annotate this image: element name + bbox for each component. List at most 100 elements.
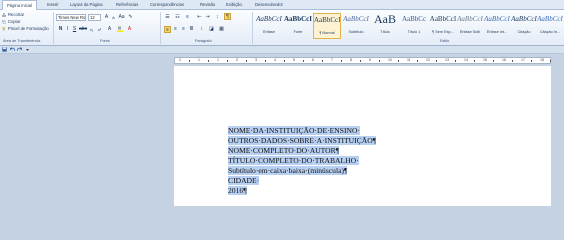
bullets-icon[interactable]: ☰: [164, 14, 171, 21]
tab-exibicao[interactable]: Exibição: [226, 1, 242, 9]
text-effects-icon[interactable]: A: [106, 26, 113, 33]
ruler-tick: [492, 60, 494, 62]
ruler-tick: [530, 60, 532, 62]
style-titulo[interactable]: AaB Título: [371, 13, 399, 39]
scissors-icon: [2, 12, 6, 17]
multilevel-list-icon[interactable]: ≡: [184, 14, 191, 21]
ruler-label: 14: [464, 58, 468, 62]
font-color-icon[interactable]: A: [126, 26, 133, 33]
ribbon-tab-bar: Página Inicial Inserir Layout da Página …: [0, 0, 564, 11]
undo-icon[interactable]: [10, 47, 15, 52]
style-name: ¶ Normal: [319, 31, 335, 35]
style-name: Citação In...: [539, 30, 561, 34]
sort-icon[interactable]: ↕: [214, 14, 221, 21]
redo-icon[interactable]: [17, 47, 22, 52]
cut-button[interactable]: Recortar: [2, 12, 24, 17]
document-line[interactable]: OUTROS·DADOS·SOBRE·A·INSTITUIÇÃO¶: [228, 136, 377, 146]
ruler-label: 13: [445, 58, 449, 62]
ruler-tick: [397, 60, 399, 62]
increase-indent-icon[interactable]: ⇥: [204, 14, 211, 21]
ruler-tick: [264, 60, 266, 62]
italic-icon[interactable]: I: [64, 26, 71, 33]
ruler-label: 7: [331, 58, 333, 62]
decrease-indent-icon[interactable]: ⇤: [196, 14, 203, 21]
ruler-label: 17: [521, 58, 525, 62]
horizontal-ruler[interactable]: 2 1 1 2 3 4 5 6 7 8 9 10 11 12 13 14 15 16 17 18: [174, 57, 551, 64]
ruler-label: 1: [217, 58, 219, 62]
format-painter-label: Pincel de Formatação: [8, 26, 49, 31]
save-icon[interactable]: [2, 47, 7, 52]
show-formatting-marks-icon[interactable]: ¶: [224, 13, 231, 20]
style-forte[interactable]: AaBbCcI Forte: [284, 13, 312, 39]
ruler-tick: [454, 60, 456, 62]
ribbon: Recortar Copiar Pincel de Formatação Áre…: [0, 10, 564, 46]
ruler-tick: [549, 60, 551, 62]
justify-icon[interactable]: ≣: [188, 26, 195, 33]
ruler-tick: [302, 60, 304, 62]
clear-format-icon[interactable]: ✎: [127, 14, 134, 21]
style-name: Forte: [293, 30, 303, 34]
style-citacao[interactable]: AaBbCcI Citação: [510, 13, 538, 39]
style-enfase-sutil[interactable]: AaBbCcI Ênfase Sutil: [456, 13, 484, 39]
align-right-icon[interactable]: ≡: [180, 26, 187, 33]
style-citacao-intensa[interactable]: AaBbCcI Citação In...: [537, 13, 563, 39]
style-subtitulo[interactable]: AaBbCcI Subtítulo: [342, 13, 370, 39]
copy-button[interactable]: Copiar: [2, 19, 20, 24]
ruler-tick: [340, 60, 342, 62]
line-spacing-icon[interactable]: ↕: [198, 26, 205, 33]
document-line[interactable]: Subtítulo·em·caixa·baixa·(minúscula)¶: [228, 166, 376, 176]
customize-toolbar-icon[interactable]: [25, 47, 30, 52]
ruler-tick: [416, 60, 418, 62]
document-line[interactable]: TÍTULO·COMPLETO·DO·TRABALHO·: [228, 156, 376, 166]
style-name: Ênfase: [263, 30, 275, 34]
style-titulo-1[interactable]: AaBbCc Título 1: [400, 13, 428, 39]
copy-label: Copiar: [8, 19, 21, 24]
tab-correspondencias[interactable]: Correspondências: [150, 1, 184, 9]
align-center-icon[interactable]: ≡: [172, 26, 179, 33]
ruler-label: 11: [407, 58, 411, 62]
tab-layout-da-pagina[interactable]: Layout da Página: [70, 1, 103, 9]
styles-group-label: Estilo: [440, 39, 450, 43]
style-name: Título: [380, 30, 390, 34]
strikethrough-icon[interactable]: abc: [79, 26, 87, 33]
style-preview: AaBbCcI: [511, 15, 537, 23]
ruler-label: 8: [350, 58, 352, 62]
style-preview: AaBbCcI: [256, 15, 282, 23]
font-name-select[interactable]: Times New Ro: [56, 14, 86, 21]
underline-icon[interactable]: S: [71, 26, 78, 33]
style-sem-espacamento[interactable]: AaBbCcI ¶ Sem Esp...: [429, 13, 457, 39]
style-enfase-intensa[interactable]: AaBbCcI Ênfase Int...: [483, 13, 511, 39]
highlight-icon[interactable]: [116, 26, 123, 33]
tab-referencias[interactable]: Referências: [116, 1, 138, 9]
shading-icon[interactable]: ◪: [208, 26, 215, 33]
change-case-icon[interactable]: Aa: [118, 14, 125, 21]
document-line[interactable]: NOME·DA·INSTITUIÇÃO·DE·ENSINO·: [228, 126, 376, 136]
document-page[interactable]: NOME·DA·INSTITUIÇÃO·DE·ENSINO· OUTROS·DA…: [174, 66, 551, 206]
font-size-select[interactable]: 12: [88, 14, 101, 21]
ruler-label: 12: [426, 58, 430, 62]
format-painter-button[interactable]: Pincel de Formatação: [2, 26, 49, 31]
borders-icon[interactable]: ▦: [218, 26, 225, 33]
tab-desenvolvedor[interactable]: Desenvolvedor: [255, 1, 283, 9]
document-line[interactable]: NOME·COMPLETO·DO·AUTOR¶: [228, 146, 376, 156]
bold-icon[interactable]: N: [57, 26, 64, 33]
tab-revisao[interactable]: Revisão: [200, 1, 215, 9]
ruler-label: 2: [236, 58, 238, 62]
superscript-icon[interactable]: x²: [96, 26, 103, 33]
subscript-icon[interactable]: x₂: [88, 26, 95, 33]
ruler-label: 5: [293, 58, 295, 62]
document-body[interactable]: NOME·DA·INSTITUIÇÃO·DE·ENSINO· OUTROS·DA…: [228, 126, 377, 196]
align-left-icon[interactable]: ≡: [164, 26, 171, 33]
document-line[interactable]: CIDADE·: [228, 176, 376, 186]
ruler-label: 3: [255, 58, 257, 62]
style-enfase[interactable]: AaBbCcI Ênfase: [255, 13, 283, 39]
shrink-font-icon[interactable]: A: [110, 14, 117, 21]
grow-font-icon[interactable]: A: [103, 14, 110, 21]
tab-inserir[interactable]: Inserir: [47, 1, 59, 9]
numbering-icon[interactable]: ☷: [174, 14, 181, 21]
style-normal[interactable]: AaBbCcI ¶ Normal: [313, 13, 341, 39]
ruler-tick: [188, 60, 190, 62]
highlighter-icon: [116, 26, 123, 32]
document-line[interactable]: 2016¶: [228, 186, 376, 196]
style-preview: AaBbCcI: [537, 15, 563, 23]
